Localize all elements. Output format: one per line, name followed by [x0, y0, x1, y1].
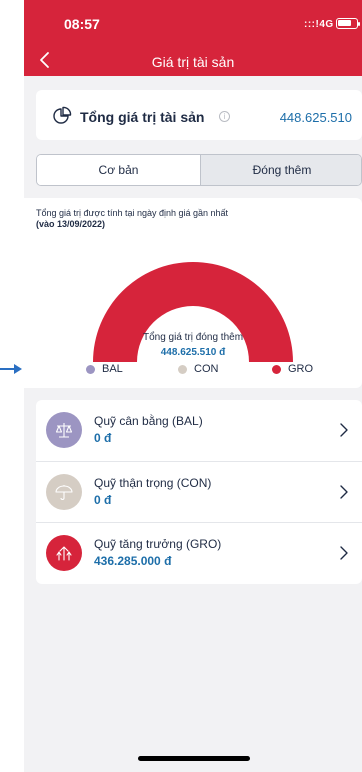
chart-card: Tổng giá trị được tính tại ngày định giá…: [24, 198, 362, 388]
fund-row-gro[interactable]: Quỹ tăng trưởng (GRO) 436.285.000 đ: [36, 522, 362, 582]
phone-screen: 08:57 :::!4G Giá trị tài sản Tổng giá tr…: [24, 0, 362, 772]
fund-value-gro: 436.285.000 đ: [94, 554, 172, 568]
chart-center-label: Tổng giá trị đóng thêm: [142, 332, 244, 343]
fund-value-con: 0 đ: [94, 493, 112, 507]
legend-dot-gro: [272, 365, 281, 374]
legend-label-bal: BAL: [102, 363, 123, 375]
fund-row-con[interactable]: Quỹ thận trọng (CON) 0 đ: [36, 461, 362, 521]
chevron-right-icon: [340, 485, 348, 499]
legend-label-gro: GRO: [288, 363, 314, 375]
tab-additional[interactable]: Đóng thêm: [200, 155, 361, 185]
pie-chart-icon: [53, 106, 72, 124]
arrow-right-icon: [0, 364, 22, 374]
home-indicator: [138, 756, 250, 761]
scale-icon: [55, 423, 73, 438]
total-assets-label: Tổng giá trị tài sản: [80, 109, 205, 125]
fund-row-bal[interactable]: Quỹ cân bằng (BAL) 0 đ: [36, 400, 362, 460]
fund-icon-gro: [46, 535, 82, 571]
tab-switcher: Cơ bản Đóng thêm: [36, 154, 362, 186]
status-time: 08:57: [64, 16, 100, 32]
total-assets-value: 448.625.510: [279, 110, 352, 125]
fund-icon-con: [46, 474, 82, 510]
info-icon[interactable]: i: [219, 111, 230, 122]
fund-value-bal: 0 đ: [94, 431, 112, 445]
total-assets-card: Tổng giá trị tài sản i 448.625.510: [36, 90, 362, 140]
page-title: Giá trị tài sản: [151, 54, 235, 70]
signal-icon: :::!4G: [304, 19, 334, 30]
chevron-right-icon: [340, 546, 348, 560]
network-label: 4G: [319, 19, 334, 30]
fund-name-bal: Quỹ cân bằng (BAL): [94, 414, 203, 428]
battery-icon: [336, 18, 360, 29]
tab-basic[interactable]: Cơ bản: [37, 155, 200, 185]
legend-dot-con: [178, 365, 187, 374]
fund-icon-bal: [46, 412, 82, 448]
umbrella-icon: [55, 485, 73, 500]
chevron-right-icon: [340, 423, 348, 437]
legend-dot-bal: [86, 365, 95, 374]
fund-name-con: Quỹ thận trọng (CON): [94, 476, 212, 490]
chart-center-value: 448.625.510 đ: [160, 347, 226, 358]
fund-list: Quỹ cân bằng (BAL) 0 đ Quỹ thận trọng (C…: [36, 400, 362, 584]
legend-label-con: CON: [194, 363, 219, 375]
app-header: 08:57 :::!4G Giá trị tài sản: [24, 0, 362, 76]
status-bar: 08:57 :::!4G: [24, 0, 362, 40]
fund-name-gro: Quỹ tăng trưởng (GRO): [94, 537, 222, 551]
growth-icon: [56, 546, 72, 561]
